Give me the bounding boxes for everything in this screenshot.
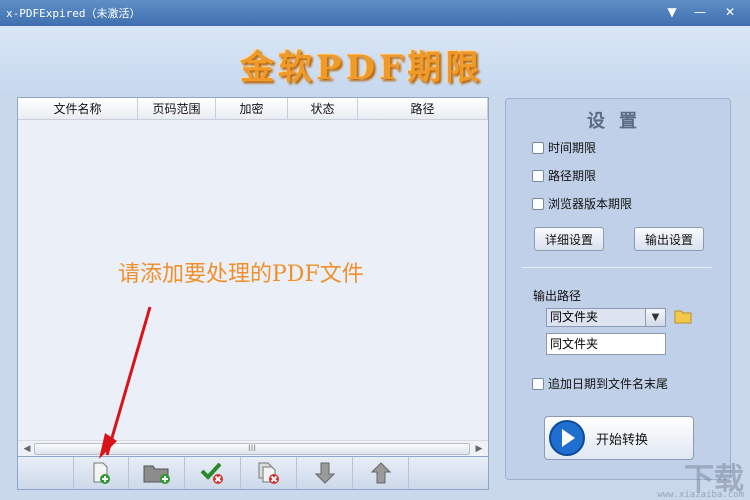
file-list[interactable]: 文件名称 页码范围 加密 状态 路径 请添加要处理的PDF文件 ◀ III ▶ — [17, 97, 489, 457]
remove-file-button[interactable] — [241, 457, 297, 489]
output-settings-button[interactable]: 输出设置 — [634, 227, 704, 251]
time-limit-label: 时间期限 — [548, 141, 597, 155]
detail-settings-button[interactable]: 详细设置 — [534, 227, 604, 251]
red-arrow-annotation — [99, 306, 152, 459]
horizontal-scrollbar[interactable]: ◀ III ▶ — [18, 440, 488, 456]
chevron-down-icon[interactable]: ▼ — [645, 309, 665, 326]
column-status[interactable]: 状态 — [288, 98, 358, 119]
app-logo: 金软PDF期限 — [240, 48, 484, 88]
arrow-up-icon — [370, 462, 391, 484]
title-bar: x-PDFExpired（未激活） ▼ — ✕ — [0, 0, 750, 26]
arrow-down-icon — [314, 462, 335, 484]
column-path[interactable]: 路径 — [358, 98, 488, 119]
scroll-left-icon[interactable]: ◀ — [20, 442, 34, 456]
browser-version-limit-checkbox[interactable]: 浏览器版本期限 — [532, 195, 632, 212]
move-up-button[interactable] — [353, 457, 409, 489]
divider — [522, 267, 712, 268]
window-title: x-PDFExpired（未激活） — [6, 7, 141, 20]
close-button[interactable]: ✕ — [716, 3, 744, 21]
remove-file-icon — [258, 462, 279, 484]
banner: 金软PDF期限 — [0, 26, 750, 96]
move-down-button[interactable] — [297, 457, 353, 489]
append-date-label: 追加日期到文件名末尾 — [548, 377, 669, 391]
path-limit-label: 路径期限 — [548, 169, 597, 183]
watermark-url: www.xiazaiba.com — [657, 490, 744, 500]
check-remove-icon — [200, 462, 223, 484]
checkbox-box[interactable] — [532, 197, 544, 210]
checkbox-box[interactable] — [532, 141, 544, 154]
file-toolbar — [17, 456, 489, 490]
column-filename[interactable]: 文件名称 — [18, 98, 138, 119]
scroll-right-icon[interactable]: ▶ — [472, 442, 486, 456]
checkbox-box[interactable] — [532, 377, 544, 390]
path-limit-checkbox[interactable]: 路径期限 — [532, 167, 596, 184]
play-icon — [549, 420, 585, 456]
start-convert-label: 开始转换 — [596, 432, 649, 448]
minimize-button[interactable]: — — [688, 3, 712, 21]
output-path-field[interactable]: 同文件夹 — [546, 333, 666, 355]
output-path-label: 输出路径 — [533, 289, 582, 303]
append-date-checkbox[interactable]: 追加日期到文件名末尾 — [532, 375, 668, 392]
clear-checked-button[interactable] — [185, 457, 241, 489]
empty-list-hint: 请添加要处理的PDF文件 — [118, 262, 364, 287]
browser-version-limit-label: 浏览器版本期限 — [548, 197, 633, 211]
checkbox-box[interactable] — [532, 169, 544, 182]
time-limit-checkbox[interactable]: 时间期限 — [532, 139, 596, 156]
column-page-range[interactable]: 页码范围 — [138, 98, 216, 119]
output-path-select-value: 同文件夹 — [550, 310, 599, 324]
folder-icon[interactable] — [674, 309, 692, 324]
settings-panel: 设置 时间期限 路径期限 浏览器版本期限 详细设置 输出设置 输出路径 同文件夹… — [505, 98, 731, 480]
dropdown-icon[interactable]: ▼ — [660, 3, 684, 21]
output-path-select[interactable]: 同文件夹 ▼ — [546, 308, 666, 327]
start-convert-button[interactable]: 开始转换 — [544, 416, 694, 460]
window-controls: ▼ — ✕ — [660, 3, 744, 21]
file-list-header: 文件名称 页码范围 加密 状态 路径 — [18, 98, 488, 120]
column-encrypt[interactable]: 加密 — [216, 98, 288, 119]
settings-title: 设置 — [587, 111, 651, 132]
